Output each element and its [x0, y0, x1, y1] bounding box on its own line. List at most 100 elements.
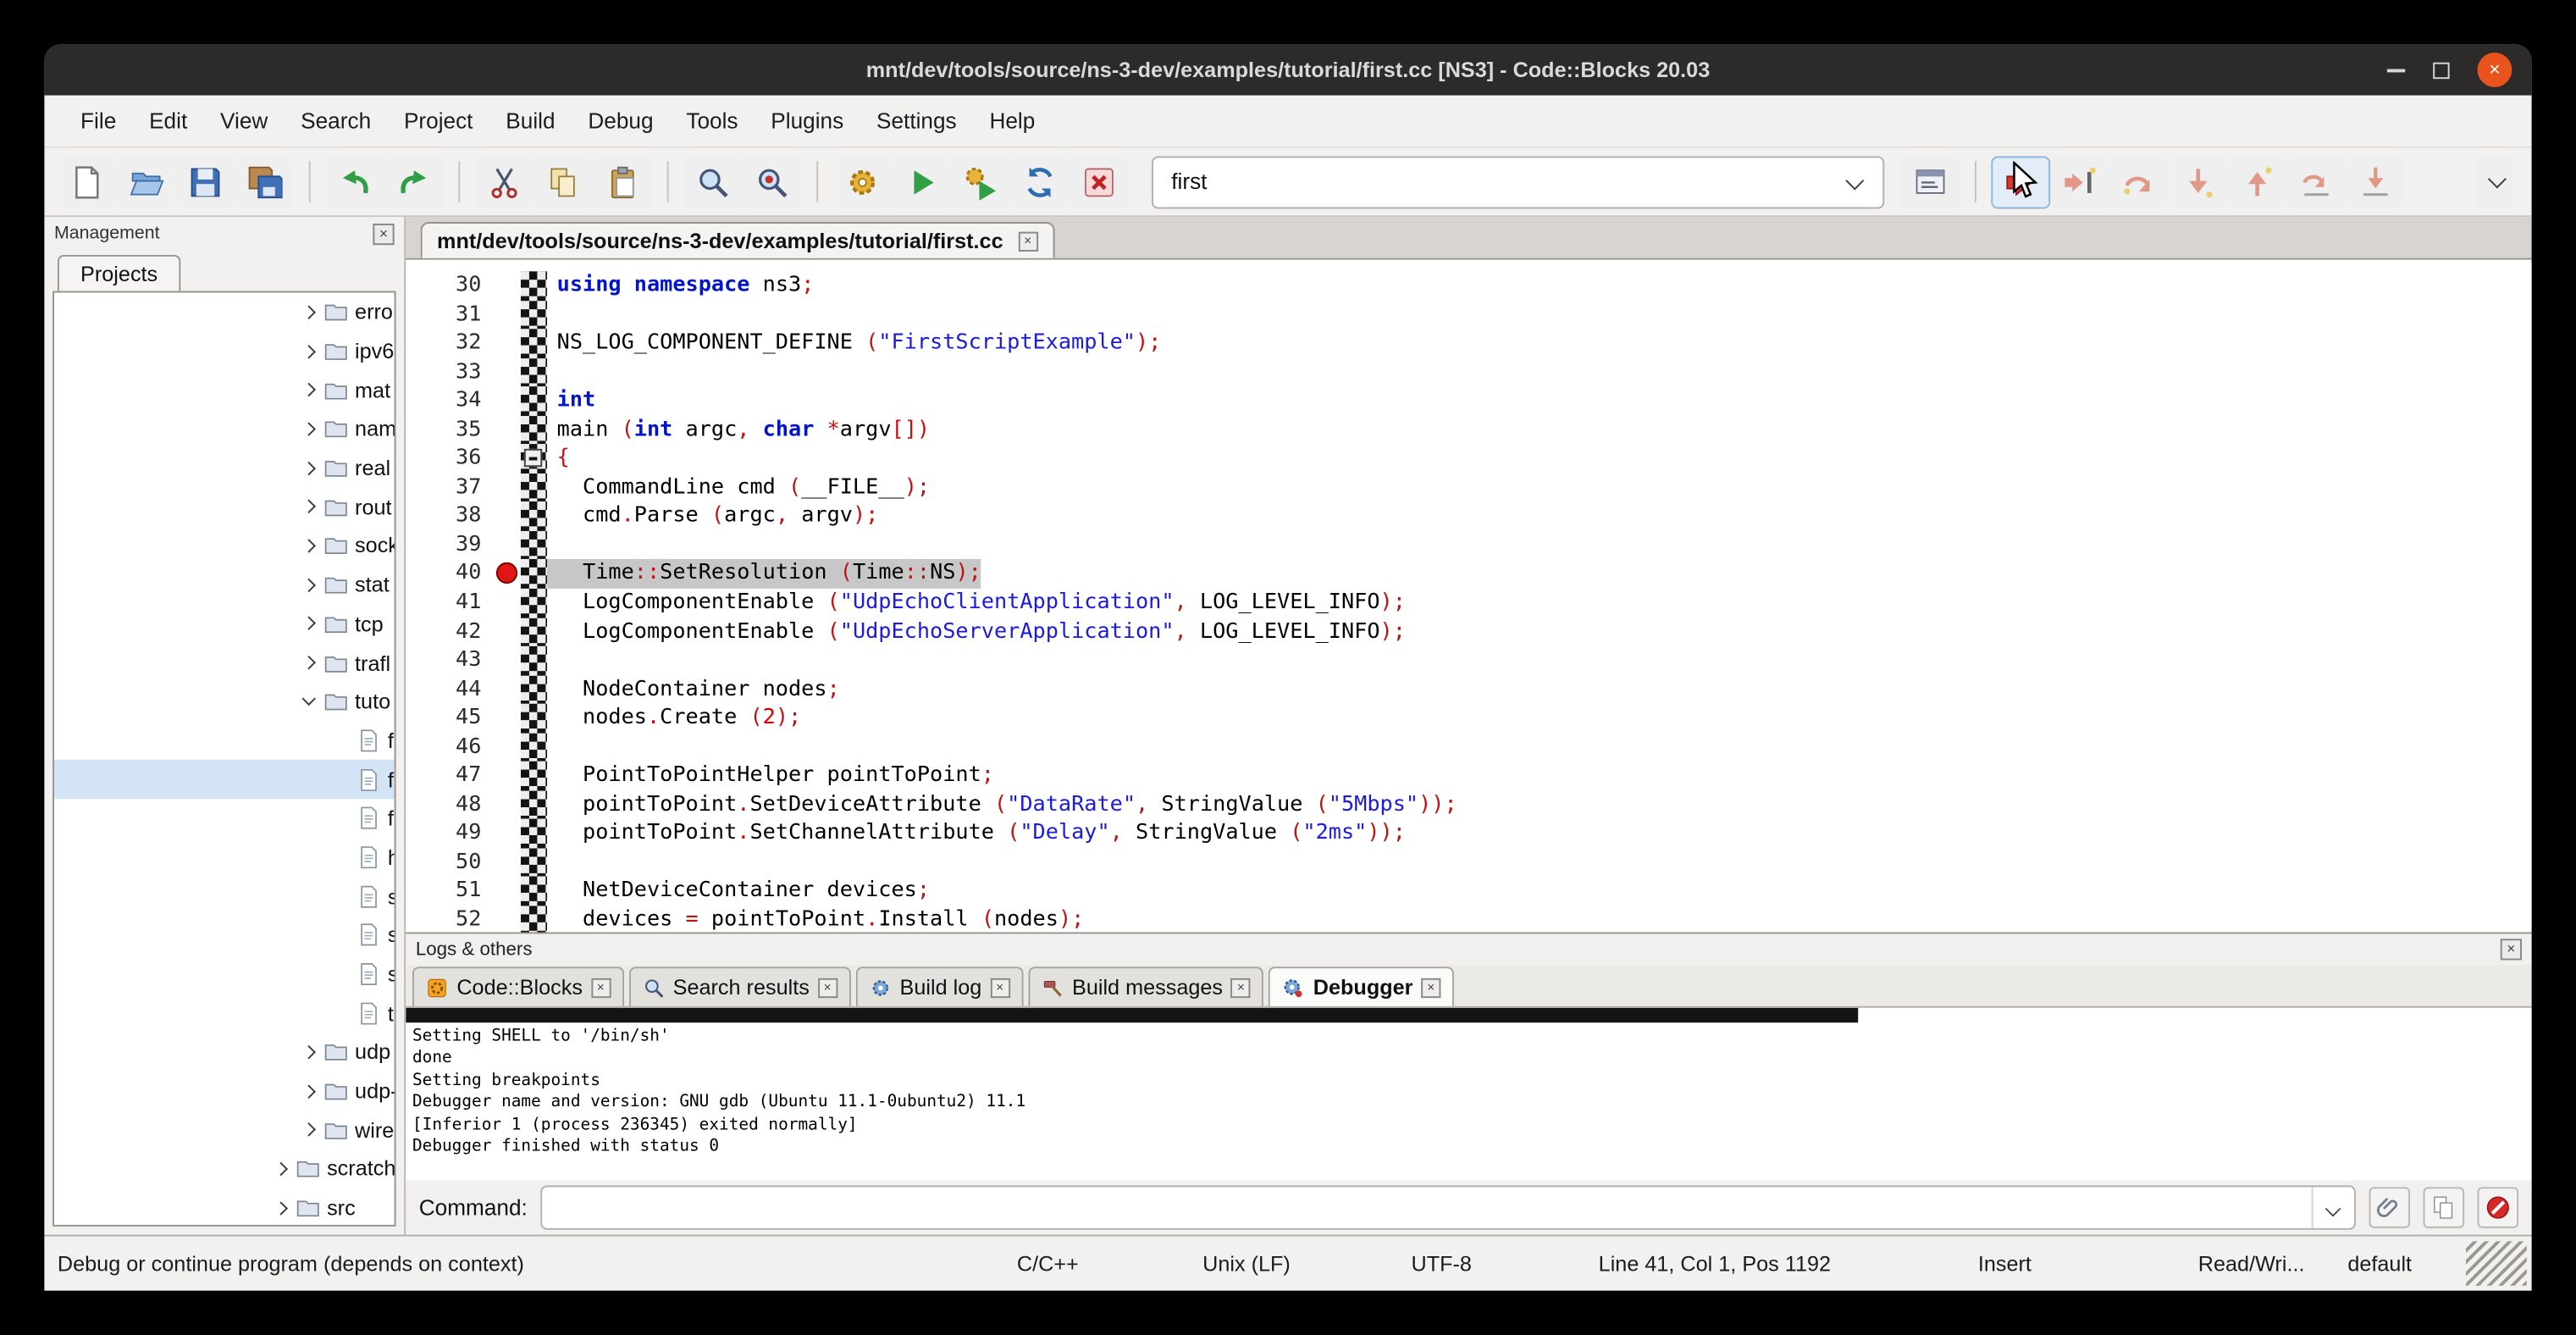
tree-item[interactable]: se	[54, 916, 395, 955]
breakpoint-margin[interactable]	[495, 733, 521, 762]
expander-chevron-icon[interactable]	[301, 693, 318, 711]
fold-margin[interactable]	[521, 531, 547, 560]
breakpoint-margin[interactable]	[495, 762, 521, 790]
code-text[interactable]	[547, 357, 557, 386]
code-text[interactable]	[547, 848, 557, 877]
fold-margin[interactable]	[521, 357, 547, 386]
tree-item[interactable]: rout	[54, 487, 395, 526]
menu-item[interactable]: Edit	[133, 96, 204, 147]
fold-margin[interactable]	[521, 704, 547, 733]
line-number[interactable]: 33	[406, 357, 495, 386]
tab-close-icon[interactable]	[1421, 978, 1440, 997]
menu-item[interactable]: Tools	[670, 96, 755, 147]
fold-margin[interactable]	[521, 618, 547, 646]
menu-item[interactable]: Search	[285, 96, 388, 147]
tree-item[interactable]: tuto	[54, 682, 395, 721]
code-line[interactable]: 39	[406, 531, 2531, 560]
code-line[interactable]: 49 pointToPoint.SetChannelAttribute ("De…	[406, 819, 2531, 848]
command-dropdown-button[interactable]	[2312, 1187, 2354, 1228]
tree-item[interactable]: trafl	[54, 643, 395, 682]
breakpoint-margin[interactable]	[495, 906, 521, 932]
code-line[interactable]: 40 Time::SetResolution (Time::NS);	[406, 560, 2531, 589]
tree-item[interactable]: th	[54, 994, 395, 1033]
code-line[interactable]: 51 NetDeviceContainer devices;	[406, 877, 2531, 906]
copy-log-button[interactable]	[2424, 1187, 2465, 1228]
breakpoint-margin[interactable]	[495, 502, 521, 531]
code-line[interactable]: 41 LogComponentEnable ("UdpEchoClientApp…	[406, 589, 2531, 618]
code-text[interactable]	[547, 733, 557, 762]
line-number[interactable]: 48	[406, 790, 495, 819]
build-target-combobox[interactable]: first	[1152, 155, 1884, 208]
editor-tab-first-cc[interactable]: mnt/dev/tools/source/ns-3-dev/examples/t…	[421, 222, 1054, 258]
step-into-instruction-button[interactable]	[2346, 155, 2405, 208]
tree-item[interactable]: wire	[54, 1111, 395, 1149]
tree-item[interactable]: erro	[54, 292, 395, 331]
line-number[interactable]: 43	[406, 646, 495, 675]
expander-chevron-icon[interactable]	[301, 420, 318, 438]
code-text[interactable]: devices = pointToPoint.Install (nodes);	[547, 906, 1084, 932]
breakpoint-margin[interactable]	[495, 675, 521, 704]
line-number[interactable]: 47	[406, 762, 495, 790]
line-number[interactable]: 52	[406, 906, 495, 932]
expander-chevron-icon[interactable]	[334, 770, 351, 788]
tree-item[interactable]: fif	[54, 721, 395, 760]
close-icon[interactable]	[2478, 53, 2512, 87]
abort-build-button[interactable]	[1070, 155, 1129, 208]
build-target-options-button[interactable]	[1901, 155, 1960, 208]
tree-item[interactable]: tcp	[54, 604, 395, 643]
expander-chevron-icon[interactable]	[273, 1160, 290, 1177]
save-file-button[interactable]	[176, 155, 235, 208]
breakpoint-margin[interactable]	[495, 819, 521, 848]
fold-margin[interactable]	[521, 790, 547, 819]
code-text[interactable]	[547, 646, 557, 675]
code-line[interactable]: 44 NodeContainer nodes;	[406, 675, 2531, 704]
fold-margin[interactable]	[521, 646, 547, 675]
build-button[interactable]	[833, 155, 893, 208]
code-line[interactable]: 36 {	[406, 445, 2531, 474]
code-text[interactable]: main (int argc, char *argv[])	[547, 416, 930, 445]
breakpoint-margin[interactable]	[495, 300, 521, 329]
tab-close-icon[interactable]	[1018, 231, 1037, 251]
breakpoint-margin[interactable]	[495, 357, 521, 386]
attach-log-button[interactable]	[2369, 1187, 2411, 1228]
code-line[interactable]: 42 LogComponentEnable ("UdpEchoServerApp…	[406, 618, 2531, 646]
maximize-icon[interactable]	[2433, 62, 2449, 78]
tree-item[interactable]: fir	[54, 760, 395, 799]
code-line[interactable]: 46	[406, 733, 2531, 762]
breakpoint-margin[interactable]	[495, 848, 521, 877]
fold-margin[interactable]	[521, 906, 547, 932]
code-text[interactable]: PointToPointHelper pointToPoint;	[547, 762, 994, 790]
code-line[interactable]: 31	[406, 300, 2531, 329]
code-text[interactable]	[547, 531, 557, 560]
line-number[interactable]: 45	[406, 704, 495, 733]
log-tab[interactable]: Build messages	[1028, 967, 1264, 1006]
find-button[interactable]	[683, 155, 743, 208]
expander-chevron-icon[interactable]	[301, 537, 318, 555]
expander-chevron-icon[interactable]	[334, 1004, 351, 1022]
expander-chevron-icon[interactable]	[301, 303, 318, 321]
tree-item[interactable]: src	[54, 1188, 395, 1227]
expander-chevron-icon[interactable]	[334, 887, 351, 905]
fold-margin[interactable]	[521, 271, 547, 300]
menu-item[interactable]: View	[204, 96, 285, 147]
tab-close-icon[interactable]	[1231, 978, 1251, 997]
expander-chevron-icon[interactable]	[334, 732, 351, 750]
menu-item[interactable]: Debug	[572, 96, 670, 147]
chevron-down-icon[interactable]	[1847, 174, 1865, 191]
code-line[interactable]: 47 PointToPointHelper pointToPoint;	[406, 762, 2531, 790]
clear-log-button[interactable]	[2478, 1187, 2519, 1228]
breakpoint-margin[interactable]	[495, 589, 521, 618]
code-line[interactable]: 48 pointToPoint.SetDeviceAttribute ("Dat…	[406, 790, 2531, 819]
line-number[interactable]: 34	[406, 386, 495, 415]
line-number[interactable]: 36	[406, 445, 495, 474]
fold-margin[interactable]	[521, 300, 547, 329]
line-number[interactable]: 32	[406, 329, 495, 357]
code-text[interactable]: NS_LOG_COMPONENT_DEFINE ("FirstScriptExa…	[547, 329, 1161, 357]
fold-margin[interactable]	[521, 819, 547, 848]
tree-item[interactable]: se	[54, 877, 395, 916]
code-text[interactable]: using namespace ns3;	[547, 271, 814, 300]
tree-item[interactable]: nam	[54, 409, 395, 448]
code-line[interactable]: 34 int	[406, 386, 2531, 415]
line-number[interactable]: 37	[406, 474, 495, 502]
fold-margin[interactable]	[521, 762, 547, 790]
